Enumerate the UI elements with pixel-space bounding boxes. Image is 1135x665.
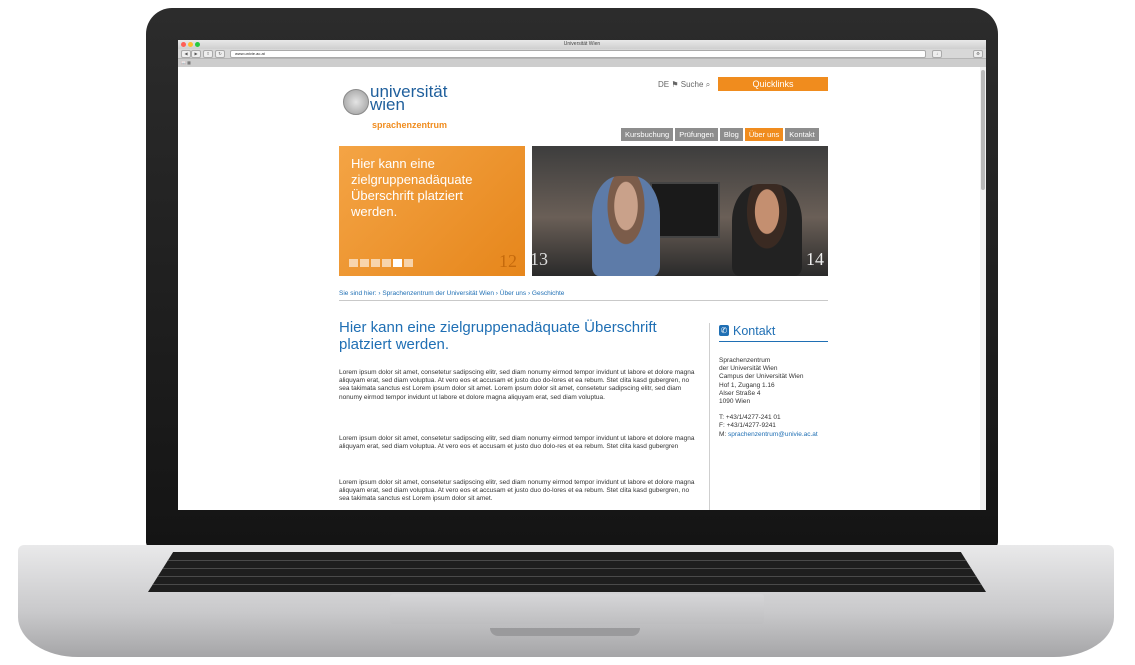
email-prefix: M: [719,430,729,438]
language-search-bar: DE ⚑ Suche ⌕ [658,80,710,90]
slide-dot[interactable] [360,259,369,267]
flag-icon[interactable]: ⚑ [671,80,680,89]
close-window-icon[interactable] [181,42,186,47]
breadcrumb-divider [339,300,828,301]
laptop-keyboard [148,552,986,592]
nav-item-ueber-uns[interactable]: Über uns [744,128,784,141]
sprachenzentrum-logo-text[interactable]: sprachenzentrum [372,120,447,130]
fax-number: F: +43/1/4277-9241 [719,422,776,430]
forward-icon[interactable]: ▶ [191,50,201,58]
minimize-window-icon[interactable] [188,42,193,47]
bookmarks-icon[interactable]: 📖 ▦ [181,60,191,65]
trackpad [390,594,764,624]
download-icon[interactable]: ↓ [932,50,942,58]
browser-titlebar: Universität Wien [178,40,986,49]
nav-item-kontakt[interactable]: Kontakt [785,128,819,141]
language-selector[interactable]: DE [658,80,669,89]
kontakt-heading: Kontakt [733,324,776,338]
laptop-front-notch [490,628,640,636]
hero-heading: Hier kann eine zielgruppenadäquate Übers… [351,156,473,219]
main-navigation: Kursbuchung Prüfungen Blog Über uns Kont… [621,128,819,141]
hero-photo: 13 14 [530,146,828,276]
back-icon[interactable]: ◀ [181,50,191,58]
hero-text-panel: Hier kann eine zielgruppenadäquate Übers… [339,146,525,276]
web-page: DE ⚑ Suche ⌕ Quicklinks universität wien… [178,67,980,510]
settings-icon[interactable]: ⚙ [973,50,983,58]
monitor-image [650,182,720,238]
body-paragraph: Lorem ipsum dolor sit amet, consetetur s… [339,479,695,503]
email-line: M: sprachenzentrum@univie.ac.at [719,431,818,439]
phone-number: T: +43/1/4277-241 01 [719,414,781,422]
slide-dot-active[interactable] [393,259,402,267]
university-logo-text[interactable]: universität wien [370,83,447,113]
window-title: Universität Wien [563,41,601,47]
university-seal-logo[interactable] [343,89,369,115]
contact-icon: ✆ [719,325,729,336]
nav-item-pruefungen[interactable]: Prüfungen [675,128,718,141]
student-image-1 [592,176,660,276]
url-text: www.univie.ac.at [235,51,265,56]
body-paragraph: Lorem ipsum dolor sit amet, consetetur s… [339,435,695,451]
scrollbar-thumb[interactable] [981,70,985,190]
address-bar[interactable]: www.univie.ac.at [230,50,926,58]
laptop-screen: Universität Wien ◀ ▶ ⇧ ↻ www.univie.ac.a… [178,40,986,510]
kontakt-underline [719,341,828,342]
student-image-2 [732,184,802,276]
slider-pagination [349,259,413,267]
slide-dot[interactable] [382,259,391,267]
browser-toolbar: ◀ ▶ ⇧ ↻ www.univie.ac.at ↓ ⚙ [178,49,986,59]
slide-dot[interactable] [371,259,380,267]
booth-number-14: 14 [806,249,824,269]
search-link[interactable]: Suche [681,80,704,89]
address-line: Alser Straße 4 [719,389,761,397]
email-link[interactable]: sprachenzentrum@univie.ac.at [728,431,818,438]
quicklinks-button[interactable]: Quicklinks [718,77,828,91]
booth-number-13: 13 [530,249,548,269]
booth-number-12: 12 [499,251,517,271]
zoom-window-icon[interactable] [195,42,200,47]
nav-item-blog[interactable]: Blog [719,128,743,141]
address-line: Sprachenzentrum [719,357,771,364]
kontakt-info: Sprachenzentrum der Universität Wien Cam… [719,357,818,439]
share-icon[interactable]: ⇧ [203,50,213,58]
address-line: der Universität Wien [719,365,778,373]
body-paragraph: Lorem ipsum dolor sit amet, consetetur s… [339,369,695,401]
address-line: Campus der Universität Wien [719,373,804,381]
column-divider [709,323,710,510]
address-line: 1090 Wien [719,398,751,406]
bookmarks-bar: 📖 ▦ [178,59,986,67]
slide-dot[interactable] [349,259,358,267]
search-icon[interactable]: ⌕ [706,80,710,89]
breadcrumb[interactable]: Sie sind hier: › Sprachenzentrum der Uni… [339,290,564,297]
address-line: Hof 1, Zugang 1.16 [719,381,775,389]
page-title: Hier kann eine zielgruppenadäquate Übers… [339,319,657,353]
slide-dot[interactable] [404,259,413,267]
nav-item-kursbuchung[interactable]: Kursbuchung [621,128,674,141]
reload-icon[interactable]: ↻ [215,50,225,58]
